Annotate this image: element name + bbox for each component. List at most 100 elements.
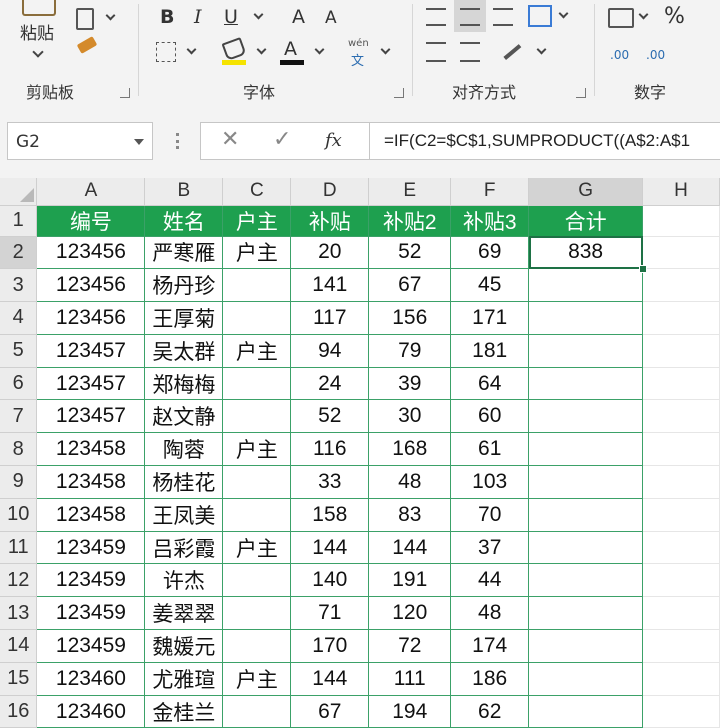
row-header[interactable]: 15 [0, 662, 38, 696]
table-cell[interactable]: 姜翠翠 [144, 596, 224, 631]
table-cell[interactable]: 79 [368, 333, 452, 368]
row-header[interactable]: 1 [0, 205, 38, 237]
table-cell[interactable] [222, 465, 292, 499]
table-cell[interactable] [222, 301, 292, 335]
empty-cell[interactable] [642, 367, 720, 401]
table-cell[interactable]: 123459 [36, 629, 146, 663]
table-cell[interactable]: 24 [290, 366, 370, 401]
table-cell[interactable]: 52 [368, 235, 452, 270]
table-cell[interactable]: 吴太群 [144, 333, 224, 368]
empty-cell[interactable] [642, 236, 720, 270]
wrap-text-icon[interactable] [528, 5, 552, 27]
table-cell[interactable]: 户主 [222, 333, 292, 368]
table-cell[interactable]: 123456 [36, 235, 146, 270]
alignment-launcher-icon[interactable] [576, 88, 586, 98]
table-cell[interactable]: 171 [450, 301, 530, 335]
align-top-icon[interactable] [426, 8, 446, 26]
table-cell[interactable]: 37 [450, 530, 530, 565]
wrap-dropdown-icon[interactable] [558, 8, 569, 19]
header-cell-subsidy3[interactable]: 补贴3 [450, 204, 530, 237]
table-cell[interactable]: 123459 [36, 596, 146, 631]
table-cell[interactable]: 174 [450, 629, 530, 663]
table-cell[interactable]: 赵文静 [144, 399, 224, 434]
table-cell[interactable] [528, 661, 644, 696]
table-cell[interactable]: 123459 [36, 563, 146, 598]
table-cell[interactable]: 魏媛元 [144, 629, 224, 663]
empty-cell[interactable] [642, 205, 720, 237]
spreadsheet-grid[interactable]: A B C D E F G H 1 编号 姓名 户主 补贴 补贴2 补贴3 合计 [0, 178, 720, 728]
table-cell[interactable] [222, 694, 292, 728]
table-cell[interactable]: 123456 [36, 268, 146, 303]
column-header-e[interactable]: E [368, 178, 452, 206]
table-cell[interactable]: 30 [368, 399, 452, 434]
table-cell[interactable]: 45 [450, 268, 530, 303]
table-cell[interactable] [528, 530, 644, 565]
table-cell[interactable] [528, 268, 644, 303]
table-cell[interactable]: 123457 [36, 366, 146, 401]
table-cell[interactable]: 123458 [36, 497, 146, 532]
table-cell[interactable] [528, 629, 644, 663]
table-cell[interactable]: 尤雅瑄 [144, 661, 224, 696]
table-cell[interactable] [222, 629, 292, 663]
decrease-decimal-button[interactable]: .00 [646, 48, 665, 62]
header-cell-name[interactable]: 姓名 [144, 204, 224, 237]
column-header-h[interactable]: H [642, 178, 720, 206]
clipboard-launcher-icon[interactable] [120, 88, 130, 98]
table-cell[interactable]: 户主 [222, 235, 292, 270]
bold-button[interactable]: B [160, 6, 174, 28]
empty-cell[interactable] [642, 563, 720, 598]
column-header-c[interactable]: C [222, 178, 292, 206]
table-cell[interactable] [222, 596, 292, 631]
table-cell[interactable]: 许杰 [144, 563, 224, 598]
table-cell[interactable]: 144 [290, 661, 370, 696]
table-cell[interactable]: 金桂兰 [144, 694, 224, 728]
header-cell-id[interactable]: 编号 [36, 204, 146, 237]
font-color-button[interactable]: A [284, 38, 297, 60]
table-cell[interactable]: 117 [290, 301, 370, 335]
increase-indent-icon[interactable] [460, 42, 480, 62]
table-cell[interactable]: 123460 [36, 661, 146, 696]
orientation-dropdown-icon[interactable] [536, 44, 547, 55]
table-cell[interactable]: 123457 [36, 399, 146, 434]
fill-handle[interactable] [638, 264, 647, 273]
table-cell[interactable]: 94 [290, 333, 370, 368]
column-header-g[interactable]: G [528, 178, 644, 206]
row-header[interactable]: 13 [0, 596, 38, 631]
table-cell[interactable]: 191 [368, 563, 452, 598]
table-cell[interactable]: 123458 [36, 432, 146, 467]
empty-cell[interactable] [642, 268, 720, 303]
percent-button[interactable]: % [664, 4, 685, 29]
row-header[interactable]: 7 [0, 399, 38, 434]
table-cell[interactable]: 67 [290, 694, 370, 728]
table-cell[interactable]: 60 [450, 399, 530, 434]
table-cell[interactable]: 69 [450, 235, 530, 270]
table-cell[interactable]: 72 [368, 629, 452, 663]
font-launcher-icon[interactable] [394, 88, 404, 98]
row-header[interactable]: 5 [0, 334, 38, 368]
row-header[interactable]: 12 [0, 563, 38, 598]
table-cell[interactable] [528, 333, 644, 368]
table-cell[interactable]: 52 [290, 399, 370, 434]
borders-icon[interactable] [156, 42, 176, 62]
align-bottom-icon[interactable] [493, 8, 513, 26]
empty-cell[interactable] [642, 662, 720, 696]
table-cell[interactable]: 103 [450, 465, 530, 499]
table-cell[interactable] [528, 366, 644, 401]
formula-input[interactable]: =IF(C2=$C$1,SUMPRODUCT((A$2:A$1 [370, 122, 720, 160]
table-cell[interactable]: 64 [450, 366, 530, 401]
table-cell[interactable]: 户主 [222, 530, 292, 565]
table-cell[interactable] [528, 301, 644, 335]
active-cell-g2[interactable]: 838 [528, 235, 644, 270]
table-cell[interactable]: 户主 [222, 661, 292, 696]
accounting-dropdown-icon[interactable] [638, 9, 649, 20]
table-cell[interactable]: 严寒雁 [144, 235, 224, 270]
borders-dropdown-icon[interactable] [186, 44, 197, 55]
empty-cell[interactable] [642, 334, 720, 368]
table-cell[interactable] [528, 596, 644, 631]
header-cell-subsidy[interactable]: 补贴 [290, 204, 370, 237]
table-cell[interactable]: 186 [450, 661, 530, 696]
table-cell[interactable]: 王厚菊 [144, 301, 224, 335]
enter-icon[interactable]: ✓ [273, 127, 291, 152]
table-cell[interactable]: 48 [368, 465, 452, 499]
name-box[interactable]: G2 [7, 122, 153, 160]
